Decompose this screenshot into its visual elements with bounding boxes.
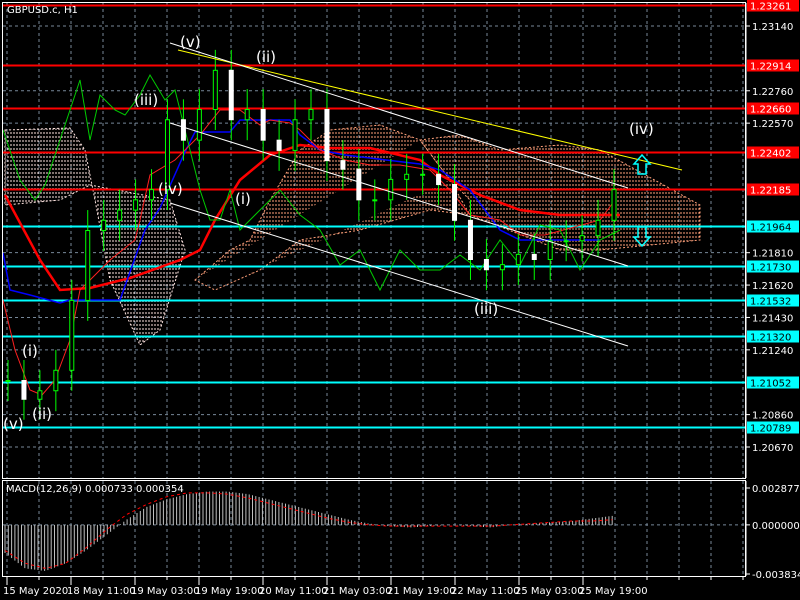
candle-bear <box>276 139 282 151</box>
candle-bull <box>499 264 505 271</box>
candle-bull <box>244 109 250 121</box>
price-tick-label: 1.21810 <box>752 249 793 260</box>
wave-label: (iii) <box>134 91 158 109</box>
candle-bear <box>452 184 458 221</box>
wave-label: (iv) <box>629 120 654 138</box>
main-chart-frame <box>2 2 746 479</box>
price-tick-label: 1.21430 <box>752 313 793 324</box>
price-tick-label: 1.22570 <box>752 119 793 130</box>
candle-bull <box>308 109 314 121</box>
tenkan-sen-line <box>2 119 600 304</box>
wave-label: (ii) <box>256 48 276 66</box>
candle-bull <box>212 69 218 111</box>
price-tick-label: 1.23140 <box>752 22 793 33</box>
time-tick-label: 25 May 19:00 <box>579 586 648 597</box>
symbol-timeframe-label: GBPUSD.c, H1 <box>7 5 78 16</box>
candle-bear <box>356 168 362 201</box>
trendline-white-lower[interactable] <box>169 202 629 347</box>
support-level-label: 1.21052 <box>750 379 791 390</box>
candle-bull <box>420 173 426 176</box>
price-axis[interactable]: 1.23140 1.22760 1.22570 1.21810 1.21620 1.214… <box>745 0 800 581</box>
time-tick-label: 21 May 19:00 <box>387 586 456 597</box>
wave-label: (v) <box>180 33 201 51</box>
candle-bull <box>53 369 59 392</box>
candle-bull <box>292 119 298 151</box>
candle-bull <box>547 240 553 261</box>
resistance-level-label: 1.22660 <box>750 105 791 116</box>
time-tick-label: 20 May 11:00 <box>259 586 328 597</box>
candle-bull <box>372 199 378 202</box>
resistance-level-label: 1.23261 <box>750 2 791 13</box>
wave-label: (ii) <box>32 405 52 423</box>
candle-bull <box>595 219 601 237</box>
time-axis[interactable]: 15 May 202018 May 11:0019 May 03:0019 Ma… <box>3 576 744 597</box>
candle-bull <box>85 230 91 301</box>
candle-bull <box>149 189 155 201</box>
support-level-label: 1.21320 <box>750 333 791 344</box>
time-tick-label: 22 May 11:00 <box>451 586 520 597</box>
candle-bull <box>117 209 123 221</box>
candle-bear <box>21 380 27 400</box>
candle-bear <box>180 119 186 141</box>
candle-bear <box>228 69 234 121</box>
candle-bear <box>531 253 537 261</box>
candle-bear <box>340 160 346 170</box>
candle-bear <box>260 109 266 141</box>
wave-label: (i) <box>235 190 251 208</box>
macd-label: MACD(12,26,9) 0.000733 0.000354 <box>6 484 184 495</box>
macd-signal-line <box>4 492 613 569</box>
candle-bull <box>101 219 107 232</box>
price-tick-label: 1.21620 <box>752 281 793 292</box>
candle-bear <box>483 259 489 271</box>
candle-bull <box>515 253 521 266</box>
support-level-label: 1.20789 <box>750 424 791 435</box>
support-level-label: 1.21532 <box>750 297 791 308</box>
price-tick-label: 1.20860 <box>752 411 793 422</box>
time-tick-label: 21 May 03:00 <box>323 586 392 597</box>
support-level-label: 1.21964 <box>750 223 791 234</box>
arrow-up-icon <box>632 153 652 175</box>
time-tick-label: 25 May 03:00 <box>515 586 584 597</box>
price-tick-label: 1.22760 <box>752 87 793 98</box>
time-tick-label: 15 May 2020 <box>3 586 68 597</box>
wave-label: (iv) <box>158 180 183 198</box>
price-tick-label: 1.21240 <box>752 346 793 357</box>
macd-tick-label: 0.002877 <box>752 484 800 495</box>
support-level-label: 1.21730 <box>750 263 791 274</box>
price-chart[interactable]: (v) (ii) (iii) (iv) (i) (iii) (iv) (i) (… <box>0 0 800 600</box>
candle-bear <box>436 173 442 186</box>
time-tick-label: 19 May 19:00 <box>195 586 264 597</box>
candle-bull <box>69 299 75 371</box>
price-tick-label: 1.20670 <box>752 443 793 454</box>
horizontal-levels <box>3 4 745 429</box>
macd-tick-label: -0.003834 <box>752 570 800 581</box>
time-tick-label: 18 May 11:00 <box>67 586 136 597</box>
macd-panel <box>3 491 745 571</box>
resistance-level-label: 1.22185 <box>750 186 791 197</box>
candle-bull <box>563 240 569 243</box>
candle-bull <box>196 109 202 141</box>
resistance-level-label: 1.22402 <box>750 149 791 160</box>
candle-bull <box>388 178 394 201</box>
wave-label: (iii) <box>474 300 498 318</box>
wave-label: (v) <box>3 415 24 433</box>
time-tick-label: 19 May 03:00 <box>131 586 200 597</box>
wave-label: (i) <box>22 342 38 360</box>
macd-tick-label: 0.000000 <box>752 521 800 532</box>
candle-bull <box>133 199 139 211</box>
candle-bull <box>404 173 410 180</box>
candle-bull <box>611 189 617 221</box>
candle-bear <box>324 109 330 162</box>
candle-bull <box>579 235 585 242</box>
candle-bull <box>5 380 11 383</box>
candle-bear <box>467 219 473 261</box>
candle-bull <box>37 390 43 400</box>
resistance-level-label: 1.22914 <box>750 62 791 73</box>
